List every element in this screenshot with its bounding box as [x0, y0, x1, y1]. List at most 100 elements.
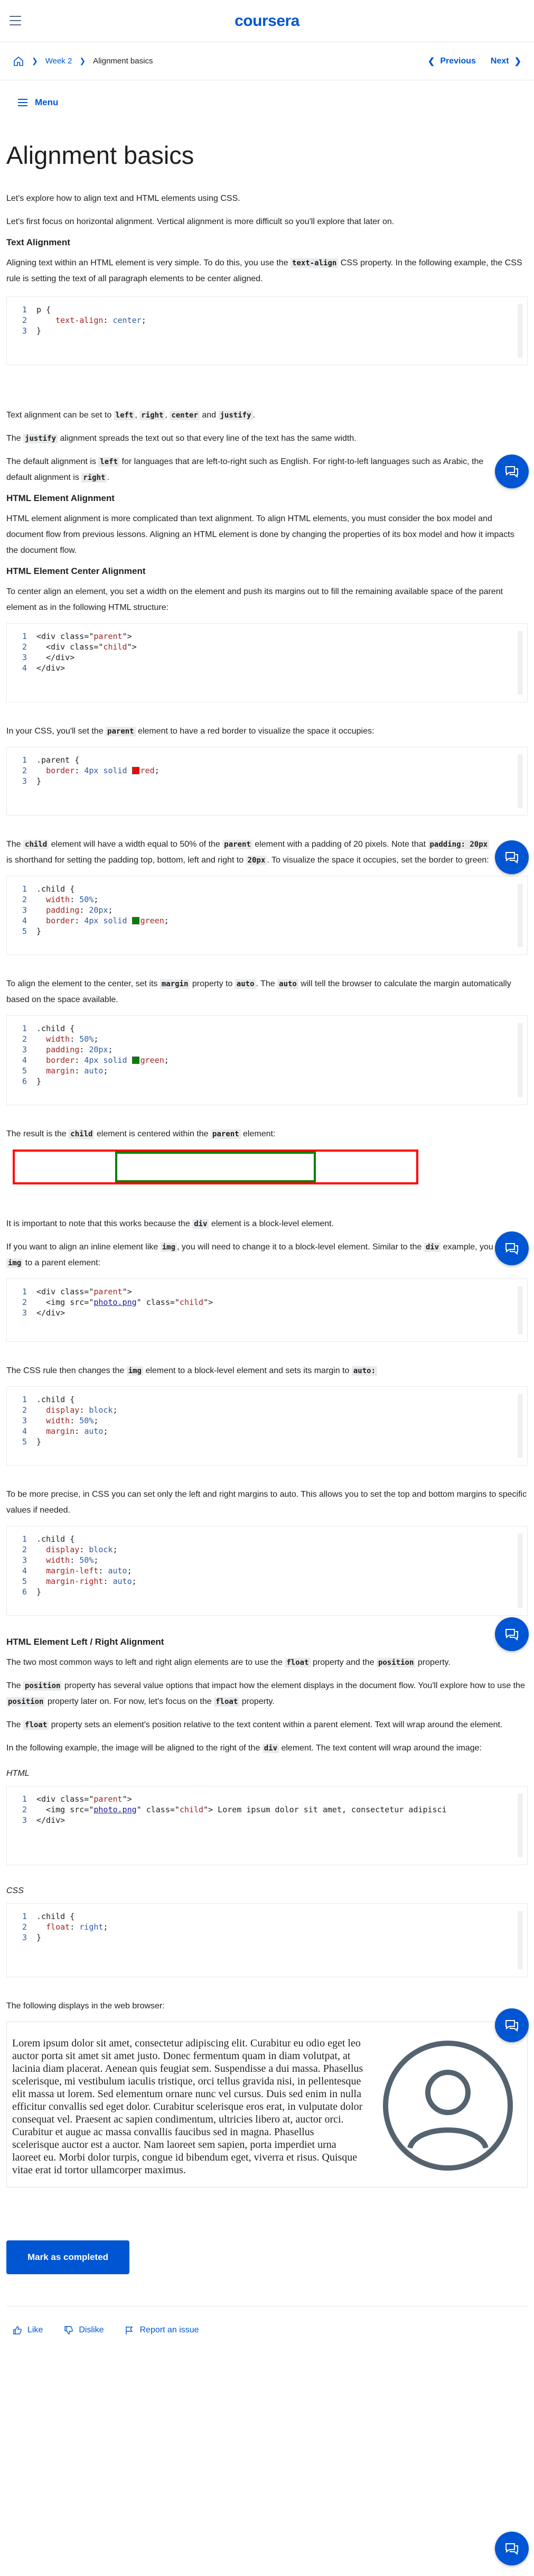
chat-assistant-button[interactable]	[495, 1231, 529, 1265]
code-scrollbar[interactable]	[518, 1794, 523, 1857]
line-number: 3	[22, 326, 27, 336]
float-demo-text: Lorem ipsum dolor sit amet, consectetur …	[12, 2037, 363, 2176]
chat-assistant-button[interactable]	[495, 2532, 529, 2565]
code-scrollbar[interactable]	[518, 1911, 523, 1969]
chat-assistant-button[interactable]	[495, 840, 529, 874]
menu-button[interactable]: Menu	[0, 80, 534, 125]
thumbs-down-icon	[64, 2325, 73, 2334]
code-scrollbar[interactable]	[518, 1286, 523, 1334]
next-button[interactable]: Next ❯	[491, 56, 521, 67]
code-block[interactable]: 1 <div class="parent"> 2 <img src="photo.p…	[6, 1786, 528, 1865]
paragraph: Let's first focus on horizontal alignmen…	[6, 217, 395, 226]
code-scrollbar[interactable]	[518, 1394, 523, 1458]
code-scrollbar[interactable]	[518, 884, 523, 947]
code-block[interactable]: 1 .child {2 width: 50%; 3 padding: 20px; 4 …	[6, 876, 528, 955]
code-block[interactable]: 1 <div class="parent"> 2 <img src="photo.p…	[6, 1278, 528, 1342]
code-text: border: 4px solid green;	[46, 1055, 169, 1065]
code-line: 2 display: block;	[7, 1405, 527, 1415]
code-block[interactable]: 1 .child {2 display: block; 3 width: 50%; 4…	[6, 1526, 528, 1616]
breadcrumb: ❯ Week 2 ❯ Alignment basics	[13, 55, 153, 67]
code-line: 1 .child {	[7, 884, 527, 894]
line-number: 4	[22, 1055, 27, 1065]
code-text: }	[36, 1933, 42, 1942]
code-block[interactable]: 1 .child {2 width: 50%; 3 padding: 20px; 4 …	[6, 1015, 528, 1105]
dislike-button[interactable]: Dislike	[64, 2325, 104, 2335]
paragraph: Aligning text within an HTML element is …	[6, 258, 522, 283]
code-line: 3}	[7, 776, 527, 786]
code-line: 5}	[7, 926, 527, 937]
code-line: 6}	[7, 1076, 527, 1087]
code-line: 3 width: 50%;	[7, 1415, 527, 1426]
line-number: 5	[22, 1577, 27, 1586]
code-block[interactable]: 1 .parent {2 border: 4px solid red; 3}	[6, 747, 528, 816]
paragraph: In the following example, the image will…	[6, 1744, 482, 1753]
code-text: <div class="parent">	[36, 1287, 132, 1296]
code-scrollbar[interactable]	[518, 1534, 523, 1608]
menu-icon	[18, 99, 27, 106]
code-line: 1 .parent {	[7, 755, 527, 765]
line-number: 5	[22, 1066, 27, 1076]
previous-label: Previous	[440, 56, 476, 66]
mark-completed-button[interactable]: Mark as completed	[6, 2240, 130, 2274]
paragraph: The float property sets an element's pos…	[6, 1720, 503, 1730]
code-block[interactable]: 1 .child {2 float: right; 3}	[6, 1903, 528, 1977]
code-label-html: HTML	[6, 1769, 30, 1778]
line-number: 3	[22, 653, 27, 662]
paragraph: If you want to align an inline element l…	[6, 1243, 524, 1268]
code-line: 5}	[7, 1437, 527, 1447]
chat-assistant-button[interactable]	[495, 2008, 529, 2042]
code-text: margin-left: auto;	[46, 1566, 132, 1576]
code-block[interactable]: 1 <div class="parent"> 2 <div class="child…	[6, 623, 528, 702]
code-text: width: 50%;	[46, 895, 99, 904]
breadcrumb-current: Alignment basics	[93, 57, 153, 66]
breadcrumb-week-link[interactable]: Week 2	[45, 57, 72, 66]
menu-label: Menu	[35, 97, 59, 107]
coursera-logo[interactable]: coursera	[235, 12, 299, 30]
code-line: 1 <div class="parent">	[7, 1286, 527, 1297]
code-text: display: block;	[46, 1545, 118, 1554]
code-line: 1 p {	[7, 304, 527, 315]
code-label-css: CSS	[6, 1886, 24, 1895]
code-line: 1 <div class="parent">	[7, 631, 527, 642]
like-label: Like	[27, 2325, 43, 2334]
code-scrollbar[interactable]	[518, 304, 523, 357]
code-line: 2 text-align: center;	[7, 315, 527, 326]
code-text: </div>	[36, 663, 65, 673]
code-scrollbar[interactable]	[518, 1023, 523, 1097]
chat-assistant-button[interactable]	[495, 455, 529, 488]
code-block[interactable]: 1p {2 text-align: center; 3}	[6, 296, 528, 365]
code-scrollbar[interactable]	[518, 755, 523, 808]
report-issue-button[interactable]: Report an issue	[125, 2325, 199, 2335]
line-number: 1	[22, 632, 27, 641]
line-number: 3	[22, 1555, 27, 1565]
code-line: 6}	[7, 1587, 527, 1597]
line-number: 3	[22, 776, 27, 786]
hamburger-menu-icon[interactable]	[10, 16, 21, 25]
previous-button[interactable]: ❮ Previous	[428, 56, 476, 67]
line-number: 1	[22, 1287, 27, 1296]
like-button[interactable]: Like	[13, 2325, 43, 2335]
code-text: padding: 20px;	[46, 905, 113, 915]
float-demo-output: Lorem ipsum dolor sit amet, consectetur …	[6, 2022, 528, 2188]
code-line: 1 .child {	[7, 1911, 527, 1922]
code-block[interactable]: 1 .child {2 display: block; 3 width: 50%; 4…	[6, 1386, 528, 1466]
paragraph: The child element will have a width equa…	[6, 840, 490, 865]
chat-assistant-button[interactable]	[495, 1617, 529, 1651]
paragraph: To be more precise, in CSS you can set o…	[6, 1490, 527, 1515]
line-number: 6	[22, 1077, 27, 1086]
line-number: 2	[22, 1545, 27, 1554]
flag-icon	[126, 2326, 133, 2334]
code-text: }	[36, 1077, 42, 1086]
code-text: }	[36, 776, 42, 786]
code-line: 4 margin-left: auto;	[7, 1565, 527, 1576]
line-number: 2	[22, 1405, 27, 1415]
code-scrollbar[interactable]	[518, 631, 523, 694]
code-line: 5 margin: auto;	[7, 1065, 527, 1076]
chat-icon	[505, 852, 518, 864]
centered-demo-parent	[13, 1150, 418, 1184]
chevron-right-icon: ❯	[79, 57, 86, 65]
chat-icon	[505, 2020, 518, 2032]
code-text: .child {	[36, 884, 75, 894]
line-number: 3	[22, 1045, 27, 1054]
home-icon[interactable]	[13, 55, 24, 67]
